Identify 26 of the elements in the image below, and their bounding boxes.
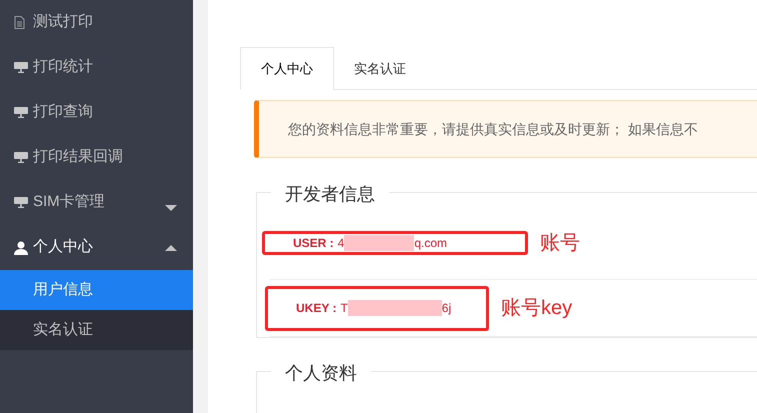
field-value: 4 [338,235,344,252]
monitor-icon [14,107,28,118]
user-icon [14,240,28,254]
monitor-icon [14,62,28,73]
field-label: USER : [293,235,334,252]
nav-item[interactable]: SIM卡管理 [0,180,193,225]
field-value: T [340,300,348,317]
redaction-blur [344,235,414,251]
nav-item[interactable]: 打印查询 [0,90,193,135]
nav-item[interactable]: 个人中心 [0,225,193,270]
nav-item[interactable]: 打印结果回调 [0,135,193,180]
tab[interactable]: 个人中心 [240,47,334,90]
nav-subitem[interactable]: 用户信息 [0,270,193,310]
annotation-label: 账号key [501,296,572,321]
nav-item[interactable]: 测试打印 [0,0,193,45]
tab[interactable]: 实名认证 [334,47,426,90]
document-icon [14,16,25,29]
field-label: UKEY : [296,300,336,317]
notice-text: 您的资料信息非常重要，请提供真实信息或及时更新； 如果信息不 [288,120,698,138]
nav-subitem[interactable]: 实名认证 [0,310,193,350]
monitor-icon [14,197,28,208]
field-value: 6j [442,300,452,317]
field-value: q.com [414,235,448,252]
monitor-icon [14,152,28,163]
annotation-label: 账号 [540,231,580,256]
nav-item[interactable]: 打印统计 [0,45,193,90]
